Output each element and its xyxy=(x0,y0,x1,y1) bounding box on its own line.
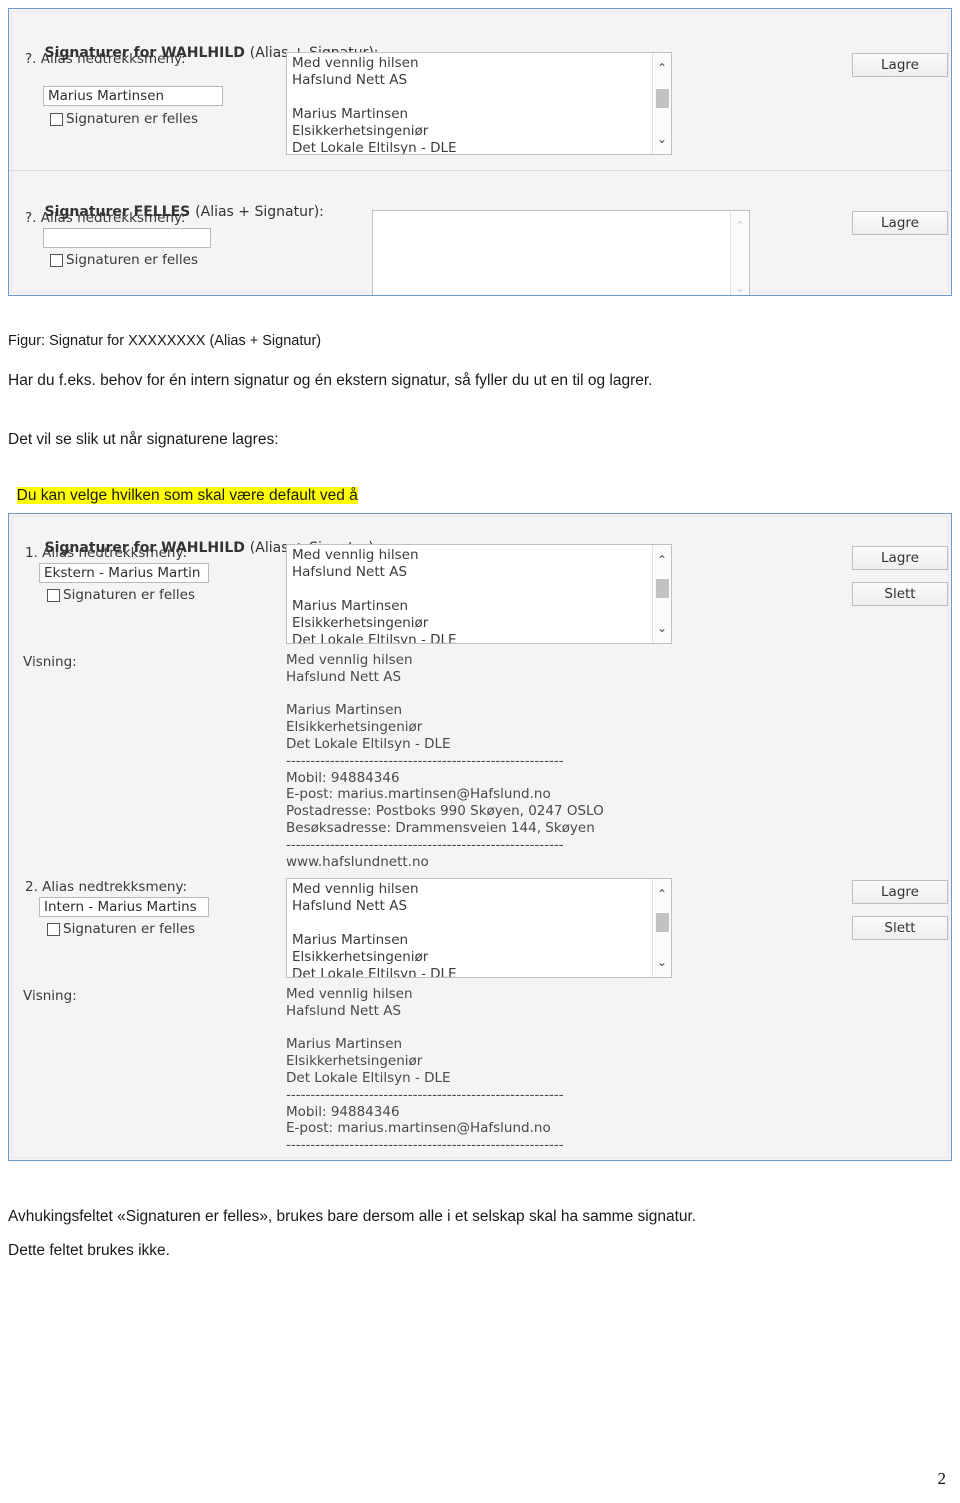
screenshot-signatures-saved: Signaturer for WAHLHILD (Alias + Signatu… xyxy=(8,513,952,1161)
section1-alias-select[interactable]: Marius Martinsen xyxy=(43,86,223,106)
section2-dropdown-label: ?. Alias nedtrekksmeny: xyxy=(25,210,186,226)
paragraph-lagres: Det vil se slik ut når signaturene lagre… xyxy=(8,431,279,448)
section2-textarea-scrollbar[interactable]: ⌃ ⌄ xyxy=(730,211,749,295)
entry2-felles-checkbox-row[interactable]: Signaturen er felles xyxy=(47,921,195,937)
entry1-textarea-scrollbar[interactable]: ⌃ ⌄ xyxy=(652,545,671,643)
entry2-felles-label: Signaturen er felles xyxy=(63,921,196,937)
entry2-preview-text: Med vennlig hilsen Hafslund Nett AS Mari… xyxy=(286,986,564,1154)
entry2-visning-label: Visning: xyxy=(23,988,77,1004)
screenshot-signatures-empty: Signaturer for WAHLHILD (Alias + Signatu… xyxy=(8,8,952,296)
scroll-up-icon[interactable]: ⌃ xyxy=(653,59,671,77)
entry1-signature-text: Med vennlig hilsen Hafslund Nett AS Mari… xyxy=(292,547,457,643)
entry2-save-button[interactable]: Lagre xyxy=(852,880,948,904)
figure-caption: Figur: Signatur for XXXXXXXX (Alias + Si… xyxy=(8,333,322,349)
paragraph-intern-ekstern: Har du f.eks. behov for én intern signat… xyxy=(8,372,653,389)
section2-save-button[interactable]: Lagre xyxy=(852,211,948,235)
entry2-signature-text: Med vennlig hilsen Hafslund Nett AS Mari… xyxy=(292,881,457,977)
scroll-down-icon[interactable]: ⌄ xyxy=(731,279,749,295)
section1-dropdown-label: ?. Alias nedtrekksmeny: xyxy=(25,51,186,67)
section2-felles-checkbox[interactable] xyxy=(50,253,63,267)
entry2-textarea-scrollbar[interactable]: ⌃ ⌄ xyxy=(652,879,671,977)
paragraph-default-highlight: Du kan velge hvilken som skal være defau… xyxy=(8,463,358,507)
entry1-felles-checkbox[interactable] xyxy=(47,588,60,602)
paragraph-avhuking-line1: Avhukingsfeltet «Signaturen er felles», … xyxy=(8,1208,697,1225)
entry2-delete-button[interactable]: Slett xyxy=(852,916,948,940)
entry2-signature-textarea[interactable]: Med vennlig hilsen Hafslund Nett AS Mari… xyxy=(286,878,672,978)
entry1-signature-textarea[interactable]: Med vennlig hilsen Hafslund Nett AS Mari… xyxy=(286,544,672,644)
scroll-down-icon[interactable]: ⌄ xyxy=(653,130,671,148)
entry1-visning-label: Visning: xyxy=(23,654,77,670)
section2-alias-select[interactable] xyxy=(43,228,211,248)
entry2-alias-select[interactable]: Intern - Marius Martins xyxy=(39,897,209,917)
section2-signature-text xyxy=(378,213,730,295)
section2-felles-label: Signaturen er felles xyxy=(66,252,199,268)
entry1-felles-label: Signaturen er felles xyxy=(63,587,196,603)
section1-save-button[interactable]: Lagre xyxy=(852,53,948,77)
section1-textarea-scrollbar[interactable]: ⌃ ⌄ xyxy=(652,53,671,154)
section1-felles-label: Signaturen er felles xyxy=(66,111,199,127)
section2-felles-checkbox-row[interactable]: Signaturen er felles xyxy=(50,252,198,268)
entry2-felles-checkbox[interactable] xyxy=(47,922,60,936)
entry1-alias-select[interactable]: Ekstern - Marius Martin xyxy=(39,563,209,583)
section1-felles-checkbox-row[interactable]: Signaturen er felles xyxy=(50,111,198,127)
entry1-dropdown-label: 1. Alias nedtrekksmeny: xyxy=(25,545,188,561)
entry1-felles-checkbox-row[interactable]: Signaturen er felles xyxy=(47,587,195,603)
scroll-down-icon[interactable]: ⌄ xyxy=(653,619,671,637)
entry1-delete-button[interactable]: Slett xyxy=(852,582,948,606)
section-divider xyxy=(9,170,951,171)
section1-felles-checkbox[interactable] xyxy=(50,112,63,126)
section1-signature-text: Med vennlig hilsen Hafslund Nett AS Mari… xyxy=(292,55,457,154)
section1-signature-textarea[interactable]: Med vennlig hilsen Hafslund Nett AS Mari… xyxy=(286,52,672,155)
scroll-up-icon[interactable]: ⌃ xyxy=(653,551,671,569)
section2-signature-textarea[interactable]: ⌃ ⌄ xyxy=(372,210,750,295)
highlighted-text: Du kan velge hvilken som skal være defau… xyxy=(16,487,358,504)
entry1-save-button[interactable]: Lagre xyxy=(852,546,948,570)
scrollbar-thumb[interactable] xyxy=(656,913,669,932)
entry2-dropdown-label: 2. Alias nedtrekksmeny: xyxy=(25,879,188,895)
scroll-up-icon[interactable]: ⌃ xyxy=(731,217,749,235)
page-number: 2 xyxy=(937,1469,947,1488)
scrollbar-thumb[interactable] xyxy=(656,579,669,598)
entry1-preview-text: Med vennlig hilsen Hafslund Nett AS Mari… xyxy=(286,652,604,870)
scrollbar-thumb[interactable] xyxy=(656,89,669,108)
paragraph-avhuking-line2: Dette feltet brukes ikke. xyxy=(8,1242,170,1259)
scroll-down-icon[interactable]: ⌄ xyxy=(653,953,671,971)
scroll-up-icon[interactable]: ⌃ xyxy=(653,885,671,903)
section2-heading-rest: (Alias + Signatur): xyxy=(195,204,324,220)
